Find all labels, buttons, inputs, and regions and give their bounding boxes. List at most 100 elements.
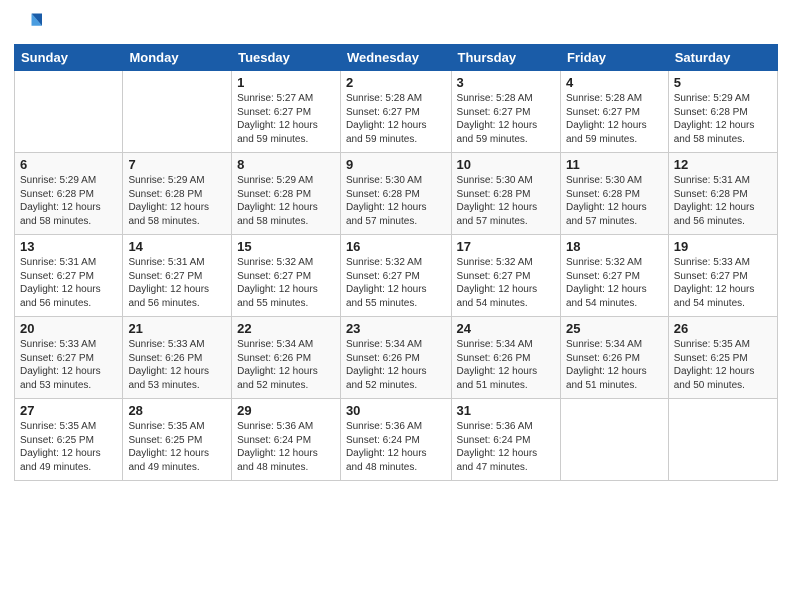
day-number: 22	[237, 321, 335, 336]
day-number: 14	[128, 239, 226, 254]
weekday-header-sunday: Sunday	[15, 45, 123, 71]
calendar-cell: 14 Sunrise: 5:31 AM Sunset: 6:27 PM Dayli…	[123, 235, 232, 317]
weekday-header-saturday: Saturday	[668, 45, 777, 71]
day-number: 19	[674, 239, 772, 254]
day-number: 16	[346, 239, 446, 254]
day-info: Sunrise: 5:32 AM Sunset: 6:27 PM Dayligh…	[237, 256, 335, 310]
calendar-cell: 12 Sunrise: 5:31 AM Sunset: 6:28 PM Dayli…	[668, 153, 777, 235]
day-info: Sunrise: 5:27 AM Sunset: 6:27 PM Dayligh…	[237, 92, 335, 146]
calendar-cell: 21 Sunrise: 5:33 AM Sunset: 6:26 PM Dayli…	[123, 317, 232, 399]
weekday-header-thursday: Thursday	[451, 45, 560, 71]
day-number: 11	[566, 157, 663, 172]
calendar-cell: 29 Sunrise: 5:36 AM Sunset: 6:24 PM Dayli…	[232, 399, 341, 481]
day-info: Sunrise: 5:28 AM Sunset: 6:27 PM Dayligh…	[457, 92, 555, 146]
calendar-cell: 8Sunrise: 5:29 AM Sunset: 6:28 PM Daylig…	[232, 153, 341, 235]
day-info: Sunrise: 5:34 AM Sunset: 6:26 PM Dayligh…	[237, 338, 335, 392]
day-number: 25	[566, 321, 663, 336]
calendar-cell: 22 Sunrise: 5:34 AM Sunset: 6:26 PM Dayli…	[232, 317, 341, 399]
day-info: Sunrise: 5:30 AM Sunset: 6:28 PM Dayligh…	[457, 174, 555, 228]
calendar-cell: 16 Sunrise: 5:32 AM Sunset: 6:27 PM Dayli…	[340, 235, 451, 317]
day-number: 31	[457, 403, 555, 418]
day-number: 27	[20, 403, 117, 418]
day-info: Sunrise: 5:34 AM Sunset: 6:26 PM Dayligh…	[566, 338, 663, 392]
weekday-header-row: SundayMondayTuesdayWednesdayThursdayFrid…	[15, 45, 778, 71]
day-info: Sunrise: 5:29 AM Sunset: 6:28 PM Dayligh…	[20, 174, 117, 228]
day-number: 24	[457, 321, 555, 336]
header	[14, 10, 778, 38]
calendar-cell: 20Sunrise: 5:33 AM Sunset: 6:27 PM Dayli…	[15, 317, 123, 399]
day-number: 7	[128, 157, 226, 172]
calendar-cell: 7Sunrise: 5:29 AM Sunset: 6:28 PM Daylig…	[123, 153, 232, 235]
day-info: Sunrise: 5:36 AM Sunset: 6:24 PM Dayligh…	[237, 420, 335, 474]
day-info: Sunrise: 5:30 AM Sunset: 6:28 PM Dayligh…	[346, 174, 446, 228]
calendar-cell: 27Sunrise: 5:35 AM Sunset: 6:25 PM Dayli…	[15, 399, 123, 481]
day-info: Sunrise: 5:34 AM Sunset: 6:26 PM Dayligh…	[457, 338, 555, 392]
day-number: 13	[20, 239, 117, 254]
calendar-cell	[15, 71, 123, 153]
day-info: Sunrise: 5:32 AM Sunset: 6:27 PM Dayligh…	[457, 256, 555, 310]
calendar-cell: 26Sunrise: 5:35 AM Sunset: 6:25 PM Dayli…	[668, 317, 777, 399]
day-info: Sunrise: 5:36 AM Sunset: 6:24 PM Dayligh…	[457, 420, 555, 474]
calendar-cell	[123, 71, 232, 153]
day-number: 2	[346, 75, 446, 90]
calendar-cell: 10 Sunrise: 5:30 AM Sunset: 6:28 PM Dayli…	[451, 153, 560, 235]
day-info: Sunrise: 5:31 AM Sunset: 6:28 PM Dayligh…	[674, 174, 772, 228]
calendar-cell: 9 Sunrise: 5:30 AM Sunset: 6:28 PM Daylig…	[340, 153, 451, 235]
calendar-cell: 17 Sunrise: 5:32 AM Sunset: 6:27 PM Dayli…	[451, 235, 560, 317]
calendar-cell: 24 Sunrise: 5:34 AM Sunset: 6:26 PM Dayli…	[451, 317, 560, 399]
calendar-cell: 11 Sunrise: 5:30 AM Sunset: 6:28 PM Dayli…	[560, 153, 668, 235]
calendar: SundayMondayTuesdayWednesdayThursdayFrid…	[14, 44, 778, 481]
day-number: 10	[457, 157, 555, 172]
day-number: 8	[237, 157, 335, 172]
calendar-cell: 4Sunrise: 5:28 AM Sunset: 6:27 PM Daylig…	[560, 71, 668, 153]
day-info: Sunrise: 5:28 AM Sunset: 6:27 PM Dayligh…	[346, 92, 446, 146]
day-number: 9	[346, 157, 446, 172]
calendar-week-row: 6 Sunrise: 5:29 AM Sunset: 6:28 PM Daylig…	[15, 153, 778, 235]
day-info: Sunrise: 5:32 AM Sunset: 6:27 PM Dayligh…	[346, 256, 446, 310]
day-number: 6	[20, 157, 117, 172]
day-number: 15	[237, 239, 335, 254]
day-number: 23	[346, 321, 446, 336]
day-number: 4	[566, 75, 663, 90]
weekday-header-wednesday: Wednesday	[340, 45, 451, 71]
page: SundayMondayTuesdayWednesdayThursdayFrid…	[0, 0, 792, 612]
calendar-cell: 1 Sunrise: 5:27 AM Sunset: 6:27 PM Daylig…	[232, 71, 341, 153]
day-number: 3	[457, 75, 555, 90]
calendar-cell: 2 Sunrise: 5:28 AM Sunset: 6:27 PM Daylig…	[340, 71, 451, 153]
weekday-header-monday: Monday	[123, 45, 232, 71]
day-info: Sunrise: 5:31 AM Sunset: 6:27 PM Dayligh…	[20, 256, 117, 310]
calendar-week-row: 27Sunrise: 5:35 AM Sunset: 6:25 PM Dayli…	[15, 399, 778, 481]
calendar-cell: 31 Sunrise: 5:36 AM Sunset: 6:24 PM Dayli…	[451, 399, 560, 481]
day-info: Sunrise: 5:34 AM Sunset: 6:26 PM Dayligh…	[346, 338, 446, 392]
day-info: Sunrise: 5:30 AM Sunset: 6:28 PM Dayligh…	[566, 174, 663, 228]
day-number: 18	[566, 239, 663, 254]
logo	[14, 10, 46, 38]
day-number: 17	[457, 239, 555, 254]
weekday-header-friday: Friday	[560, 45, 668, 71]
day-number: 29	[237, 403, 335, 418]
calendar-cell	[668, 399, 777, 481]
day-number: 12	[674, 157, 772, 172]
day-number: 5	[674, 75, 772, 90]
logo-icon	[14, 10, 42, 38]
calendar-cell: 15 Sunrise: 5:32 AM Sunset: 6:27 PM Dayli…	[232, 235, 341, 317]
day-number: 30	[346, 403, 446, 418]
day-number: 21	[128, 321, 226, 336]
calendar-cell: 3 Sunrise: 5:28 AM Sunset: 6:27 PM Daylig…	[451, 71, 560, 153]
calendar-cell: 13 Sunrise: 5:31 AM Sunset: 6:27 PM Dayli…	[15, 235, 123, 317]
day-number: 20	[20, 321, 117, 336]
day-info: Sunrise: 5:35 AM Sunset: 6:25 PM Dayligh…	[674, 338, 772, 392]
calendar-cell: 30Sunrise: 5:36 AM Sunset: 6:24 PM Dayli…	[340, 399, 451, 481]
day-info: Sunrise: 5:32 AM Sunset: 6:27 PM Dayligh…	[566, 256, 663, 310]
weekday-header-tuesday: Tuesday	[232, 45, 341, 71]
calendar-cell: 18 Sunrise: 5:32 AM Sunset: 6:27 PM Dayli…	[560, 235, 668, 317]
day-info: Sunrise: 5:33 AM Sunset: 6:26 PM Dayligh…	[128, 338, 226, 392]
calendar-week-row: 13 Sunrise: 5:31 AM Sunset: 6:27 PM Dayli…	[15, 235, 778, 317]
calendar-cell: 19Sunrise: 5:33 AM Sunset: 6:27 PM Dayli…	[668, 235, 777, 317]
calendar-cell: 5Sunrise: 5:29 AM Sunset: 6:28 PM Daylig…	[668, 71, 777, 153]
calendar-cell: 28Sunrise: 5:35 AM Sunset: 6:25 PM Dayli…	[123, 399, 232, 481]
day-info: Sunrise: 5:31 AM Sunset: 6:27 PM Dayligh…	[128, 256, 226, 310]
day-number: 1	[237, 75, 335, 90]
calendar-cell: 25 Sunrise: 5:34 AM Sunset: 6:26 PM Dayli…	[560, 317, 668, 399]
day-number: 28	[128, 403, 226, 418]
